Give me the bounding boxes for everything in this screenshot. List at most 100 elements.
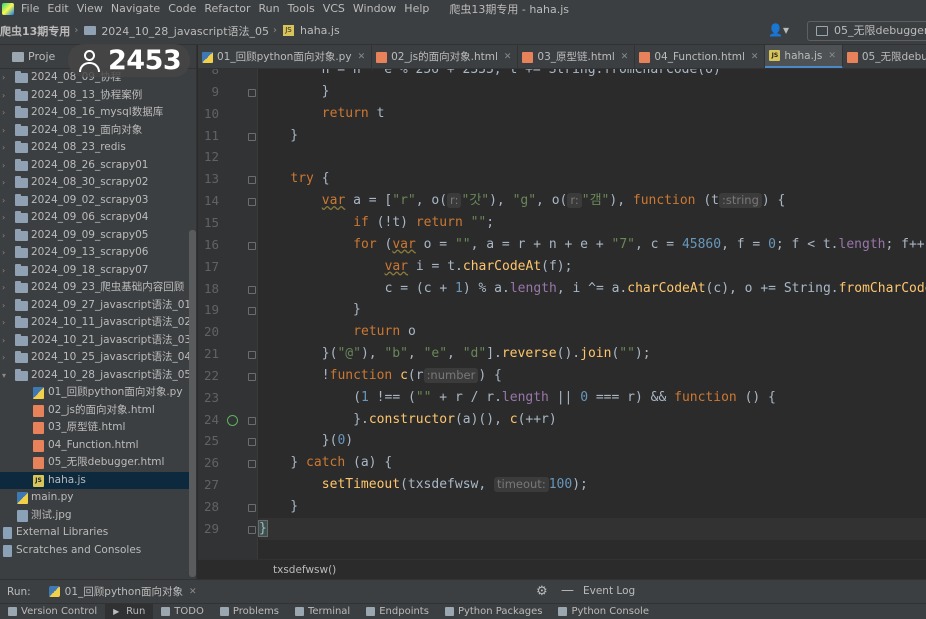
- code-line[interactable]: }: [259, 496, 298, 518]
- menu-navigate[interactable]: Navigate: [107, 0, 164, 17]
- code-line[interactable]: } catch (a) {: [290, 452, 392, 474]
- tree-folder[interactable]: › 2024_09_09_scrapy05: [0, 227, 196, 245]
- tree-file[interactable]: main.py: [0, 489, 196, 507]
- code-line[interactable]: setTimeout(txsdefwsw, timeout: 100);: [322, 474, 588, 496]
- chevron-right-icon[interactable]: ›: [2, 227, 5, 245]
- user-account-icon[interactable]: 👤▾: [768, 23, 789, 37]
- chevron-right-icon[interactable]: ›: [2, 297, 5, 315]
- chevron-right-icon[interactable]: ›: [2, 332, 5, 350]
- code-line[interactable]: }: [259, 81, 330, 103]
- menu-view[interactable]: View: [73, 0, 107, 17]
- tool-window-button[interactable]: ▶ Run: [105, 604, 154, 619]
- gear-icon[interactable]: ⚙: [536, 584, 548, 599]
- tool-window-button[interactable]: Version Control: [0, 604, 105, 619]
- chevron-right-icon[interactable]: ›: [2, 279, 5, 297]
- tree-folder[interactable]: › 2024_09_27_javascript语法_01: [0, 297, 196, 315]
- breadcrumb-folder[interactable]: 2024_10_28_javascript语法_05: [99, 23, 271, 39]
- menu-run[interactable]: Run: [255, 0, 284, 17]
- tree-folder[interactable]: › 2024_10_21_javascript语法_03: [0, 332, 196, 350]
- editor-tab[interactable]: 04_Function.html ✕: [635, 45, 766, 68]
- minimize-icon[interactable]: —: [561, 583, 574, 598]
- tree-file[interactable]: 05_无限debugger.html: [0, 454, 196, 472]
- run-tab[interactable]: 01_回顾python面向对象 ✕: [48, 584, 197, 599]
- fold-marker-icon[interactable]: [248, 416, 256, 425]
- fold-marker-icon[interactable]: [248, 504, 256, 512]
- tree-folder[interactable]: › 2024_08_19_面向对象: [0, 122, 196, 140]
- chevron-right-icon[interactable]: ›: [2, 244, 5, 262]
- fold-marker-icon[interactable]: [248, 438, 256, 447]
- chevron-right-icon[interactable]: ›: [2, 209, 5, 227]
- menu-edit[interactable]: Edit: [43, 0, 72, 17]
- tree-folder[interactable]: › 2024_10_25_javascript语法_04: [0, 349, 196, 367]
- code-editor[interactable]: 8 9 10 11 12 13 14 15 16 17 18 19 20 21 22 23 24 25 26 27 28…: [198, 69, 926, 559]
- code-area[interactable]: n = n * e % 256 + 2333, t += String.from…: [258, 69, 926, 559]
- project-panel-title[interactable]: Proje: [28, 50, 55, 63]
- tree-folder[interactable]: › 2024_08_30_scrapy02: [0, 174, 196, 192]
- chevron-right-icon[interactable]: ›: [2, 349, 5, 367]
- code-line[interactable]: return t: [322, 103, 385, 125]
- menu-refactor[interactable]: Refactor: [200, 0, 254, 17]
- code-line[interactable]: try {: [290, 168, 329, 190]
- code-line[interactable]: return o: [353, 321, 416, 343]
- tool-window-button[interactable]: Problems: [212, 604, 287, 619]
- chevron-right-icon[interactable]: ›: [2, 139, 5, 157]
- event-log-button[interactable]: Event Log: [583, 585, 635, 597]
- tree-file[interactable]: JS haha.js: [0, 471, 196, 489]
- code-line[interactable]: (1 !== ("" + r / r.length || 0 === r) &&…: [353, 387, 776, 409]
- tool-window-button[interactable]: TODO: [153, 604, 212, 619]
- tool-window-button[interactable]: Python Console: [550, 604, 657, 619]
- tree-file[interactable]: 02_js的面向对象.html: [0, 402, 196, 420]
- menu-tools[interactable]: Tools: [284, 0, 319, 17]
- chevron-right-icon[interactable]: ›: [2, 157, 5, 175]
- fold-marker-icon[interactable]: [248, 372, 256, 381]
- tool-window-button[interactable]: Python Packages: [437, 604, 551, 619]
- chevron-right-icon[interactable]: ›: [2, 314, 5, 332]
- menu-help[interactable]: Help: [400, 0, 433, 17]
- fold-marker-icon[interactable]: [248, 525, 256, 534]
- editor-tab[interactable]: 05_无限debugger.html: [843, 45, 926, 68]
- fold-marker-icon[interactable]: [248, 460, 256, 469]
- close-icon[interactable]: ✕: [504, 45, 512, 68]
- fold-marker-icon[interactable]: [248, 285, 256, 294]
- code-breadcrumb[interactable]: txsdefwsw(): [198, 559, 926, 579]
- code-line[interactable]: c = (c + 1) % a.length, i ^= a.charCodeA…: [385, 278, 926, 300]
- editor-tab[interactable]: 01_回顾python面向对象.py ✕: [198, 45, 373, 68]
- fold-marker-icon[interactable]: [248, 241, 256, 250]
- tree-folder[interactable]: › 2024_09_02_scrapy03: [0, 192, 196, 210]
- tree-folder[interactable]: › 2024_09_23_爬虫基础内容回顾: [0, 279, 196, 297]
- code-line[interactable]: }: [259, 125, 298, 147]
- tree-folder[interactable]: › 2024_08_26_scrapy01: [0, 157, 196, 175]
- tree-file[interactable]: 04_Function.html: [0, 437, 196, 455]
- tree-folder[interactable]: › 2024_09_18_scrapy07: [0, 262, 196, 280]
- fold-marker-icon[interactable]: [248, 176, 256, 185]
- code-line[interactable]: }: [258, 518, 268, 540]
- close-icon[interactable]: ✕: [621, 45, 629, 68]
- fold-marker-icon[interactable]: [248, 132, 256, 141]
- code-line[interactable]: !function c(r:number) {: [322, 365, 502, 387]
- project-scrollbar[interactable]: [189, 230, 196, 577]
- tool-window-button[interactable]: Terminal: [287, 604, 358, 619]
- chevron-right-icon[interactable]: ›: [2, 192, 5, 210]
- run-config-selector[interactable]: 05_无限debugger.html: [807, 21, 926, 41]
- tree-folder[interactable]: › 2024_09_13_scrapy06: [0, 244, 196, 262]
- code-line[interactable]: }(0): [322, 430, 353, 452]
- fold-marker-icon[interactable]: [248, 307, 256, 316]
- chevron-right-icon[interactable]: ›: [2, 174, 5, 192]
- code-line[interactable]: for (var o = "", a = r + n + e + "7", c …: [353, 234, 926, 256]
- breadcrumb-file[interactable]: haha.js: [298, 24, 342, 37]
- breadcrumb-project[interactable]: 爬虫13期专用: [0, 23, 72, 39]
- close-icon[interactable]: ✕: [828, 45, 836, 68]
- tree-folder[interactable]: › 2024_08_16_mysql数据库: [0, 104, 196, 122]
- tool-window-button[interactable]: Endpoints: [358, 604, 437, 619]
- code-line[interactable]: var i = t.charCodeAt(f);: [385, 256, 573, 278]
- editor-tab[interactable]: 02_js的面向对象.html ✕: [372, 45, 519, 68]
- tree-folder[interactable]: › 2024_08_23_redis: [0, 139, 196, 157]
- recursion-icon[interactable]: [227, 414, 238, 426]
- close-icon[interactable]: ✕: [189, 587, 197, 597]
- code-line[interactable]: n = n * e % 256 + 2333, t += String.from…: [259, 69, 721, 81]
- close-icon[interactable]: ✕: [358, 45, 366, 68]
- chevron-right-icon[interactable]: ›: [2, 69, 5, 87]
- editor-tab[interactable]: JS haha.js ✕: [765, 45, 843, 68]
- close-icon[interactable]: ✕: [751, 45, 759, 68]
- editor-tab[interactable]: 03_原型链.html ✕: [518, 45, 636, 68]
